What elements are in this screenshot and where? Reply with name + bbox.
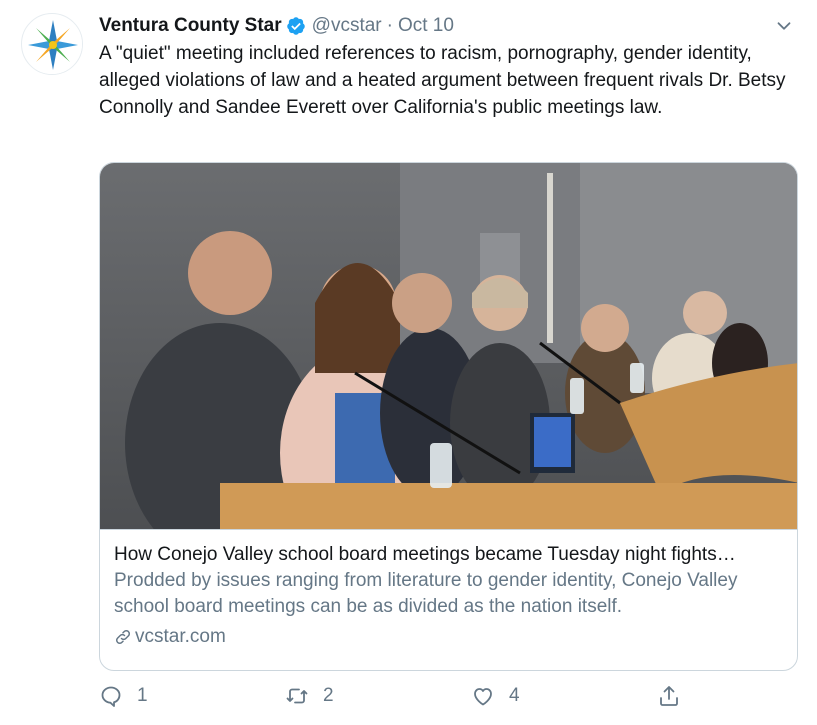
like-count: 4 (509, 685, 520, 706)
card-image (100, 163, 797, 529)
separator-dot: · (386, 15, 393, 36)
link-card[interactable]: How Conejo Valley school board meetings … (99, 162, 798, 671)
like-icon (474, 688, 492, 706)
tweet-text: A "quiet" meeting included references to… (99, 43, 786, 118)
share-icon (660, 686, 678, 706)
card-domain-text: vcstar.com (135, 626, 226, 647)
retweet-icon (286, 688, 308, 704)
card-title: How Conejo Valley school board meetings … (114, 544, 736, 565)
tweet-header: Ventura County Star @vcstar · Oct 10 (99, 13, 803, 39)
reply-count: 1 (137, 685, 148, 706)
avatar[interactable] (21, 13, 83, 75)
tweet-actions: 1 2 4 (99, 684, 699, 716)
card-domain: vcstar.com (114, 624, 783, 650)
link-icon (115, 629, 131, 645)
author-name[interactable]: Ventura County Star (99, 15, 282, 37)
retweet-button[interactable]: 2 (285, 684, 334, 708)
like-button[interactable]: 4 (471, 684, 520, 708)
card-description: Prodded by issues ranging from literatur… (114, 570, 738, 617)
verified-badge-icon (286, 17, 305, 35)
tweet-date[interactable]: Oct 10 (398, 15, 454, 37)
author-handle[interactable]: @vcstar (312, 15, 382, 37)
share-button[interactable] (657, 684, 681, 708)
chevron-down-icon[interactable] (773, 15, 795, 37)
compass-logo-icon (23, 15, 82, 74)
reply-button[interactable]: 1 (99, 684, 148, 708)
retweet-count: 2 (323, 685, 334, 706)
reply-icon (101, 686, 121, 707)
card-body: How Conejo Valley school board meetings … (100, 529, 797, 670)
